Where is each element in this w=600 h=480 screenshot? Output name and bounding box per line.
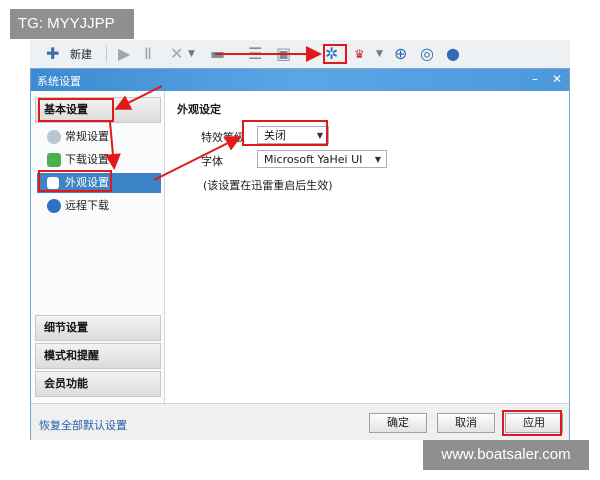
arrow-to-appearance (104, 121, 121, 170)
arrow-to-basic-settings (114, 85, 163, 110)
arrow-to-effect-level (153, 136, 242, 181)
watermark-bottom: www.boatsaler.com (423, 440, 589, 470)
annotation-arrows (104, 46, 322, 181)
